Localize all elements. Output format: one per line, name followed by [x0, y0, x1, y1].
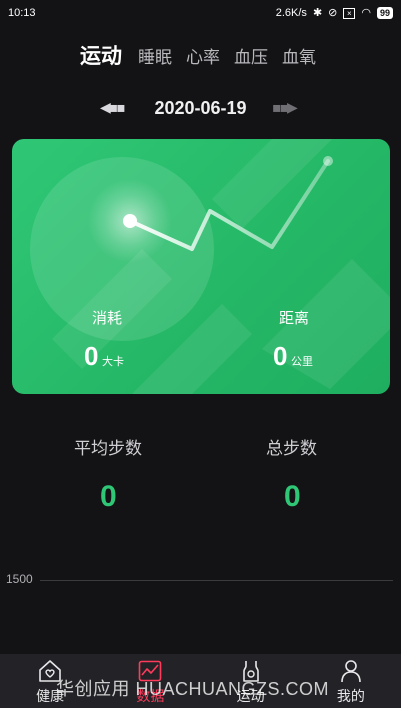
- nav-item-sport[interactable]: 运动: [201, 654, 301, 708]
- card-decoration: [30, 139, 390, 394]
- bluetooth-icon: ✱: [312, 6, 323, 19]
- date-label: 2020-06-19: [154, 98, 247, 118]
- nav-label-data: 数据: [136, 689, 165, 705]
- arrow-right-icon[interactable]: ▪▪▶: [272, 100, 298, 116]
- data-chart-icon: [139, 660, 162, 682]
- tab-blood-pressure[interactable]: 血压: [234, 43, 268, 68]
- tab-heart-rate[interactable]: 心率: [186, 43, 220, 68]
- person-icon: [341, 660, 361, 683]
- tab-blood-oxygen[interactable]: 血氧: [282, 43, 316, 68]
- battery-icon: 99: [376, 7, 393, 19]
- nav-label-sport: 运动: [236, 689, 265, 705]
- nav-item-mine[interactable]: 我的: [301, 654, 401, 708]
- trend-start-dot: [123, 214, 137, 228]
- clock: 10:13: [8, 7, 36, 19]
- category-tabs: 运动 睡眠 心率 血压 血氧: [80, 40, 316, 70]
- heart-house-icon: [39, 660, 61, 682]
- close-box-icon: ×: [343, 7, 356, 19]
- status-indicators: 2.6K/s ✱ ⊘ × ◠ 99: [276, 7, 393, 19]
- avg-steps-value: 0: [100, 480, 117, 513]
- trend-end-dot: [323, 156, 333, 166]
- consume-label: 消耗: [92, 309, 123, 327]
- runner-vest-icon: [242, 661, 259, 682]
- distance-label: 距离: [279, 309, 310, 327]
- network-speed: 2.6K/s: [275, 7, 307, 19]
- nav-label-health: 健康: [36, 689, 65, 705]
- avg-steps-label: 平均步数: [74, 439, 142, 459]
- tab-sleep[interactable]: 睡眠: [138, 43, 172, 68]
- date-selector: ◀▪▪ 2020-06-19 ▪▪▶: [0, 96, 401, 124]
- nav-item-data[interactable]: 数据: [100, 654, 200, 708]
- y-axis-tick-label: 1500: [6, 572, 33, 586]
- total-steps-label: 总步数: [266, 439, 317, 459]
- summary-card: 消耗 0 大卡 距离 0 公里: [12, 139, 390, 394]
- total-steps-value: 0: [284, 480, 301, 513]
- status-bar: 10:13 2.6K/s ✱ ⊘ × ◠ 99: [0, 0, 401, 26]
- chart-gridline: [40, 580, 393, 581]
- nav-label-mine: 我的: [336, 689, 365, 705]
- nav-item-health[interactable]: 健康: [0, 654, 100, 708]
- bottom-navigation: 健康 数据 运动 我的: [0, 654, 401, 708]
- consume-value: 0: [84, 341, 99, 371]
- wifi-icon: ◠: [361, 6, 371, 19]
- mute-icon: ⊘: [328, 6, 338, 19]
- distance-value: 0: [273, 341, 288, 371]
- consume-unit: 大卡: [102, 355, 124, 368]
- tab-sport[interactable]: 运动: [80, 40, 122, 70]
- distance-unit: 公里: [291, 355, 313, 368]
